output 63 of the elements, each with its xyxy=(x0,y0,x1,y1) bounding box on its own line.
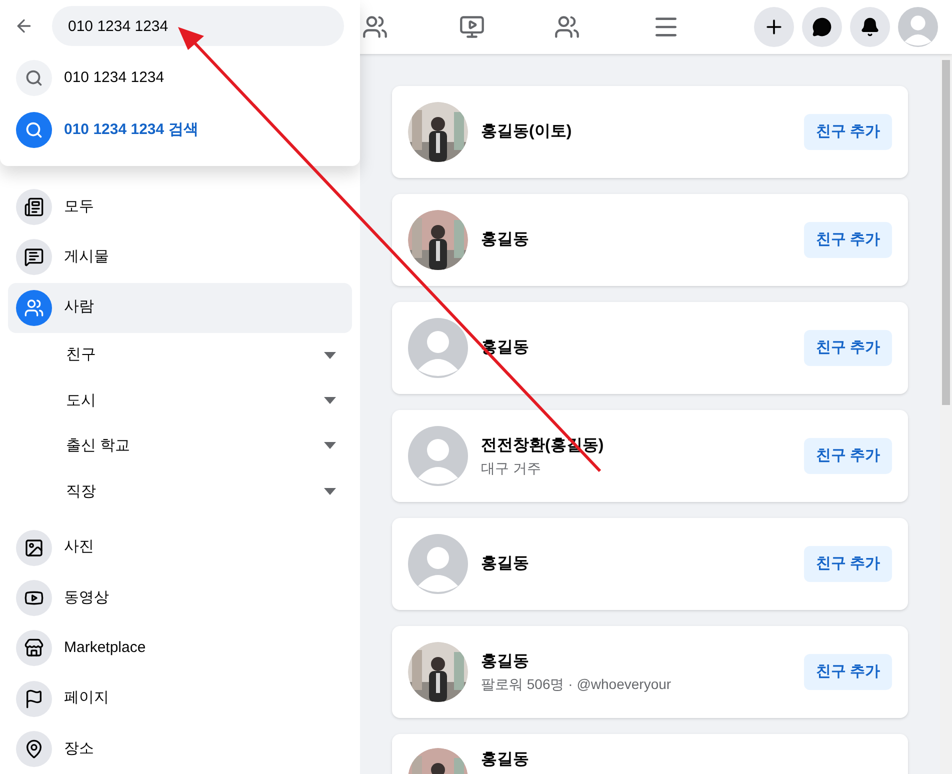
video-icon[interactable] xyxy=(459,14,485,40)
bell-icon xyxy=(860,17,880,37)
item-label: 모두 xyxy=(64,196,94,217)
caret-icon xyxy=(324,352,336,360)
speech-bubble-icon xyxy=(16,239,52,276)
person-name[interactable]: 홍길동 xyxy=(481,748,892,772)
messenger-button[interactable] xyxy=(802,7,842,47)
sidebar-item[interactable]: 게시물 xyxy=(8,232,352,283)
item-label: 게시물 xyxy=(64,247,109,268)
add-friend-button[interactable]: 친구 추가 xyxy=(804,546,892,582)
person-name[interactable]: 홍길동 xyxy=(481,650,804,674)
map-pin-icon xyxy=(16,730,52,767)
filter-dropdown[interactable]: 도시 xyxy=(8,378,352,424)
search-suggestion[interactable]: 010 1234 1234 검색 xyxy=(0,104,360,156)
sidebar-item[interactable]: 사람 xyxy=(8,282,352,333)
notifications-button[interactable] xyxy=(850,7,890,47)
add-friend-button[interactable]: 친구 추가 xyxy=(804,330,892,366)
person-name[interactable]: 홍길동 xyxy=(481,228,804,252)
search-suggestion[interactable]: 010 1234 1234 xyxy=(0,52,360,104)
image-icon xyxy=(16,530,52,566)
friends-icon[interactable] xyxy=(362,14,388,40)
item-label: 동영상 xyxy=(64,588,109,608)
add-friend-button[interactable]: 친구 추가 xyxy=(804,438,892,474)
store-icon xyxy=(16,630,52,666)
sidebar-item[interactable]: Marketplace xyxy=(8,623,352,674)
person-detail: 팔로워 506명 · @whoeveryour xyxy=(481,674,672,694)
default-avatar xyxy=(408,318,468,378)
caret-icon xyxy=(324,488,336,496)
add-friend-button[interactable]: 친구 추가 xyxy=(804,222,892,258)
sidebar-item[interactable]: 모두 xyxy=(8,182,352,232)
person-name[interactable]: 홍길동(이토) xyxy=(481,120,804,144)
filter-dropdown[interactable]: 직장 xyxy=(8,469,352,515)
item-label: 사진 xyxy=(64,537,94,558)
play-icon xyxy=(16,580,52,616)
caret-icon xyxy=(324,442,336,450)
sidebar-item[interactable]: 페이지 xyxy=(8,673,352,724)
add-friend-button[interactable]: 친구 추가 xyxy=(804,654,892,690)
default-avatar xyxy=(408,534,468,594)
sidebar-item[interactable]: 장소 xyxy=(8,724,352,774)
scrollbar[interactable] xyxy=(940,54,952,774)
caret-icon xyxy=(324,397,336,405)
sidebar-item[interactable]: 동영상 xyxy=(8,572,352,624)
item-label: Marketplace xyxy=(64,638,146,658)
filter-dropdown[interactable]: 출신 학교 xyxy=(8,424,352,470)
sidebar-item[interactable]: 사진 xyxy=(8,522,352,573)
add-friend-button[interactable]: 친구 추가 xyxy=(804,114,892,150)
groups-icon[interactable] xyxy=(554,14,580,40)
chat-bubble-icon xyxy=(812,17,832,37)
item-label: 사람 xyxy=(64,297,94,318)
person-detail: 대구 거주 xyxy=(481,458,542,478)
default-avatar xyxy=(898,7,938,47)
create-button[interactable] xyxy=(754,7,794,47)
person-name[interactable]: 홍길동 xyxy=(481,552,804,576)
search-icon xyxy=(16,112,52,148)
item-label: 페이지 xyxy=(64,688,109,708)
item-label: 장소 xyxy=(64,738,94,759)
filter-dropdown[interactable]: 친구 xyxy=(8,332,352,378)
flag-icon xyxy=(16,680,52,717)
newspaper-icon xyxy=(16,189,52,226)
people-icon xyxy=(16,290,52,326)
search-field[interactable]: 010 1234 1234 xyxy=(52,6,344,46)
search-icon xyxy=(16,60,52,96)
default-avatar xyxy=(408,426,468,486)
